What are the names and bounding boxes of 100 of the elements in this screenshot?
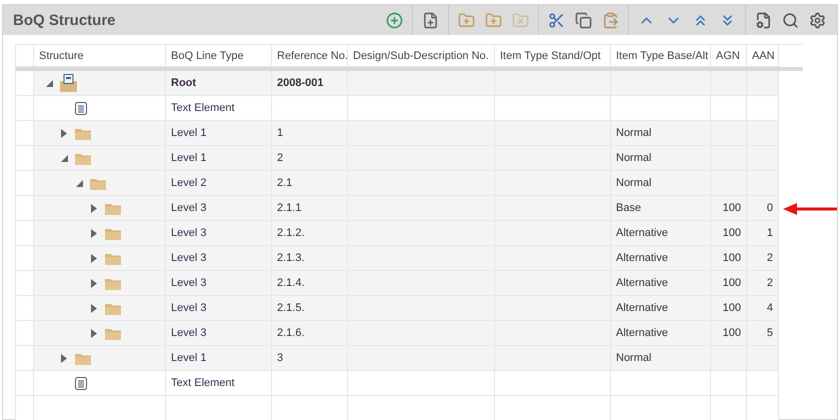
- tree-cell[interactable]: [34, 196, 166, 221]
- column-header[interactable]: Design/Sub-Description No.: [348, 45, 495, 67]
- table-cell: 2.1.2.: [272, 221, 348, 246]
- folder-icon: [75, 152, 91, 164]
- table-cell: 100: [711, 271, 747, 296]
- expand-toggle[interactable]: [89, 327, 99, 339]
- table-cell: [747, 371, 779, 396]
- table-cell: 3: [272, 346, 348, 371]
- table-cell: 100: [711, 321, 747, 346]
- table-cell: 2: [747, 246, 779, 271]
- table-cell: 2008-001: [272, 71, 348, 96]
- folder-document-icon: [60, 74, 77, 92]
- column-header[interactable]: Reference No.: [272, 45, 348, 67]
- table-cell: Level 3: [166, 221, 272, 246]
- table-cell: Level 3: [166, 296, 272, 321]
- table-cell: Normal: [611, 346, 711, 371]
- table-cell: [747, 71, 779, 96]
- table-cell: 0: [747, 196, 779, 221]
- tree-cell[interactable]: [34, 146, 166, 171]
- tree-cell[interactable]: [34, 296, 166, 321]
- table-cell: 1: [272, 121, 348, 146]
- table-cell: Level 3: [166, 271, 272, 296]
- expand-toggle[interactable]: [59, 127, 69, 139]
- tree-cell[interactable]: [34, 71, 166, 96]
- tree-cell[interactable]: [34, 321, 166, 346]
- table-cell: Level 1: [166, 346, 272, 371]
- table-cell: Level 1: [166, 146, 272, 171]
- expand-toggle[interactable]: [89, 277, 99, 289]
- folder-icon: [105, 252, 121, 264]
- folder-icon: [105, 226, 121, 240]
- text-document-icon: [75, 376, 87, 390]
- table-cell: Alternative: [611, 221, 711, 246]
- settings-icon: [809, 12, 826, 28]
- table-cell: Level 1: [166, 121, 272, 146]
- table-cell: Normal: [611, 121, 711, 146]
- table-cell: 2.1.3.: [272, 246, 348, 271]
- column-header[interactable]: Structure: [34, 45, 166, 67]
- document-gear-icon: [755, 12, 772, 28]
- scissors-icon: [548, 12, 565, 28]
- table-cell: 2: [272, 146, 348, 171]
- table-cell: Alternative: [611, 246, 711, 271]
- folder-icon: [90, 176, 106, 190]
- folder-icon: [105, 302, 121, 314]
- tree-cell[interactable]: [34, 121, 166, 146]
- expand-toggle[interactable]: [89, 227, 99, 239]
- table-cell: Level 3: [166, 246, 272, 271]
- table-cell: 2.1.5.: [272, 296, 348, 321]
- tree-cell[interactable]: [34, 221, 166, 246]
- table-cell: Normal: [611, 146, 711, 171]
- tree-cell[interactable]: [34, 346, 166, 371]
- expand-toggle[interactable]: [89, 252, 99, 264]
- folder-icon: [75, 352, 91, 364]
- document-plus-icon: [422, 12, 439, 28]
- table-cell: 100: [711, 196, 747, 221]
- text-document-icon: [75, 102, 87, 114]
- table-cell: Normal: [611, 171, 711, 196]
- table-cell: [711, 346, 747, 371]
- table-cell: 2.1.1: [272, 196, 348, 221]
- table-cell: [747, 121, 779, 146]
- table-cell: Level 2: [166, 171, 272, 196]
- table-cell: Base: [611, 196, 711, 221]
- column-header[interactable]: AGN: [711, 45, 747, 67]
- panel-title: BoQ Structure: [13, 12, 117, 28]
- table-cell: Alternative: [611, 296, 711, 321]
- clipboard-icon: [602, 12, 619, 28]
- table-cell: 100: [711, 221, 747, 246]
- table-cell: [711, 96, 747, 121]
- table-cell: Level 3: [166, 196, 272, 221]
- table-cell: 1: [747, 221, 779, 246]
- column-header[interactable]: Item Type Stand/Opt: [495, 45, 611, 67]
- table-cell: 100: [711, 246, 747, 271]
- table-cell: 4: [747, 296, 779, 321]
- column-header[interactable]: AAN: [747, 45, 779, 67]
- folder-delete-icon: [512, 12, 529, 28]
- tree-cell[interactable]: [34, 96, 166, 121]
- table-cell: [711, 396, 747, 420]
- column-header[interactable]: BoQ Line Type: [166, 45, 272, 67]
- expand-toggle[interactable]: [89, 202, 99, 214]
- table-cell: [747, 171, 779, 196]
- add-icon: [386, 12, 403, 28]
- tree-cell[interactable]: [34, 171, 166, 196]
- table-cell: 100: [711, 296, 747, 321]
- expand-toggle[interactable]: [89, 302, 99, 314]
- tree-cell[interactable]: [34, 246, 166, 271]
- column-header[interactable]: Item Type Base/Alt: [611, 45, 711, 67]
- folder-icon: [105, 202, 121, 214]
- tree-cell[interactable]: [34, 371, 166, 396]
- table-cell: [747, 396, 779, 420]
- table-cell: Text Element: [166, 96, 272, 121]
- folder-icon: [75, 126, 91, 140]
- table-cell: [711, 121, 747, 146]
- table-cell: 2.1.4.: [272, 271, 348, 296]
- table-cell: [747, 146, 779, 171]
- folder-icon: [105, 276, 121, 290]
- table-cell: Alternative: [611, 321, 711, 346]
- folder-icon: [105, 326, 121, 340]
- tree-cell[interactable]: [34, 271, 166, 296]
- table-cell: 5: [747, 321, 779, 346]
- expand-toggle[interactable]: [59, 352, 69, 364]
- table-cell: [747, 96, 779, 121]
